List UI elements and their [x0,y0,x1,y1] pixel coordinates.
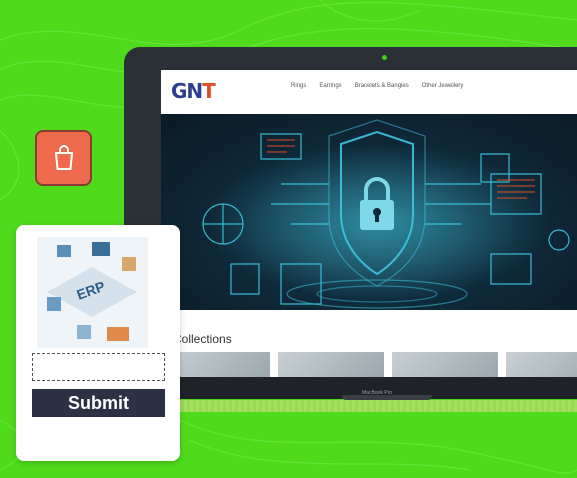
webcam-indicator [382,55,387,60]
site-header: GNT Rings Earrings Bracelets & Bangles O… [161,70,577,110]
collection-tile[interactable] [278,352,384,377]
laptop-screen: GNT Rings Earrings Bracelets & Bangles O… [161,70,577,377]
collection-tile[interactable] [392,352,498,377]
lead-form-card: ERP Submit [16,225,180,461]
nav-link-rings[interactable]: Rings [291,83,306,89]
laptop-frame: GNT Rings Earrings Bracelets & Bangles O… [124,47,577,397]
nav-link-other-jewellery[interactable]: Other Jewellery [422,83,464,89]
nav-link-earrings[interactable]: Earrings [319,83,341,89]
nav-link-bracelets-bangles[interactable]: Bracelets & Bangles [355,83,409,89]
main-nav: Rings Earrings Bracelets & Bangles Other… [291,83,463,89]
collection-tile[interactable] [506,352,577,377]
shopping-bag-icon [35,130,92,186]
security-lock-shield-icon [161,114,577,310]
laptop-shadow [178,400,577,412]
hero-banner [161,114,577,310]
submit-button[interactable]: Submit [32,389,165,417]
collection-tiles [164,352,577,377]
laptop-model-label: MacBook Pro [362,390,393,396]
form-input-field[interactable] [32,353,165,381]
site-logo[interactable]: GNT [171,79,216,103]
erp-illustration: ERP [37,237,148,348]
